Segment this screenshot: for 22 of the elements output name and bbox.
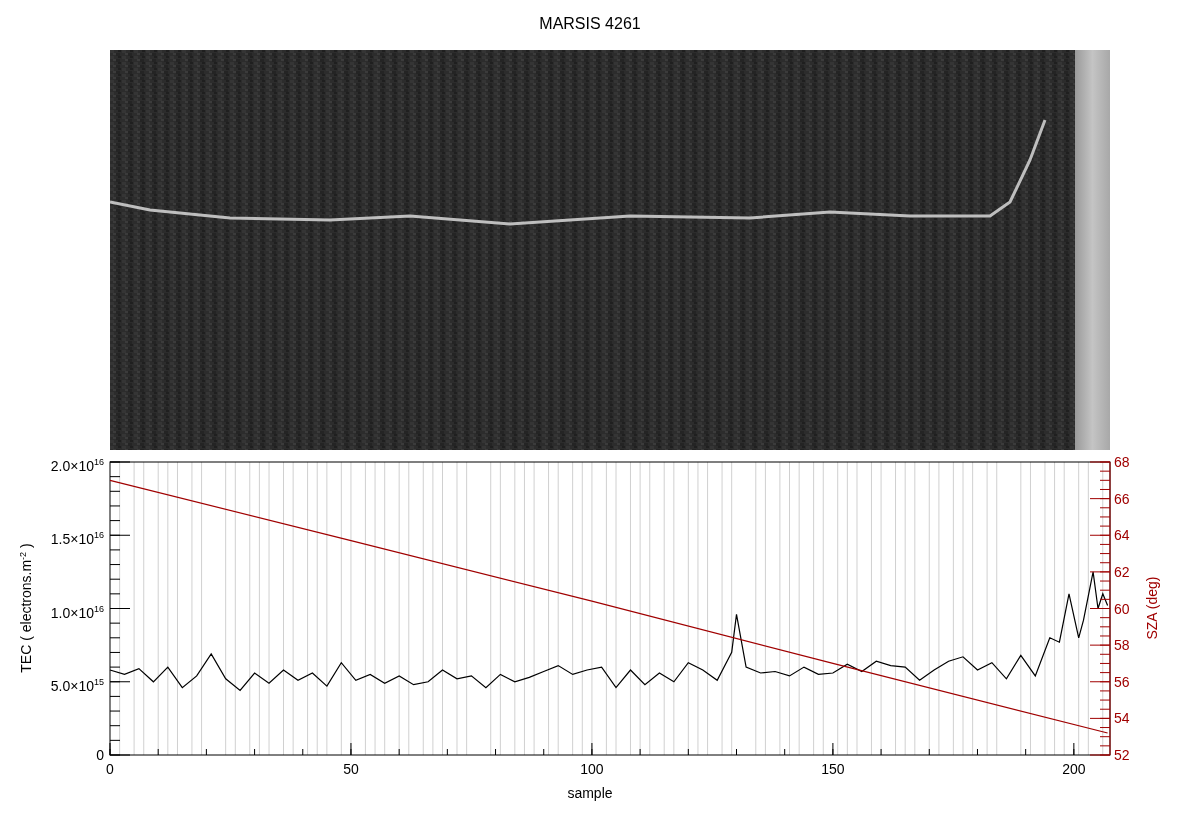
y-tick-label: 2.0×10$^{16}$ bbox=[50, 456, 104, 476]
x-tick-label: 150 bbox=[820, 761, 846, 777]
y-tick-label: 66 bbox=[1114, 489, 1130, 509]
y-tick-label: 62 bbox=[1114, 562, 1130, 582]
x-tick-label: 100 bbox=[579, 761, 605, 777]
y-tick-label: 54 bbox=[1114, 709, 1130, 729]
y-tick-label: 68 bbox=[1114, 453, 1130, 472]
y-tick-label: 5.0×10$^{15}$ bbox=[50, 675, 104, 696]
plot-title: MARSIS 4261 bbox=[539, 14, 641, 34]
x-axis-title: sample bbox=[566, 785, 614, 801]
y-tick-label: 60 bbox=[1114, 599, 1130, 619]
y-tick-label: 1.0×10$^{16}$ bbox=[50, 602, 104, 623]
y-tick-label: 64 bbox=[1114, 526, 1130, 546]
y-tick-label: 0 bbox=[96, 746, 104, 765]
y-tick-label: 56 bbox=[1114, 672, 1130, 692]
x-tick-label: 200 bbox=[1061, 761, 1087, 777]
x-tick-label: 50 bbox=[342, 761, 360, 777]
y-tick-label: 1.5×10$^{16}$ bbox=[50, 529, 104, 549]
y-tick-label: 58 bbox=[1114, 636, 1130, 656]
y-tick-label: 52 bbox=[1114, 746, 1130, 765]
x-tick-label: 0 bbox=[105, 761, 115, 777]
y-axis-title: SZA (deg) bbox=[1144, 576, 1160, 640]
